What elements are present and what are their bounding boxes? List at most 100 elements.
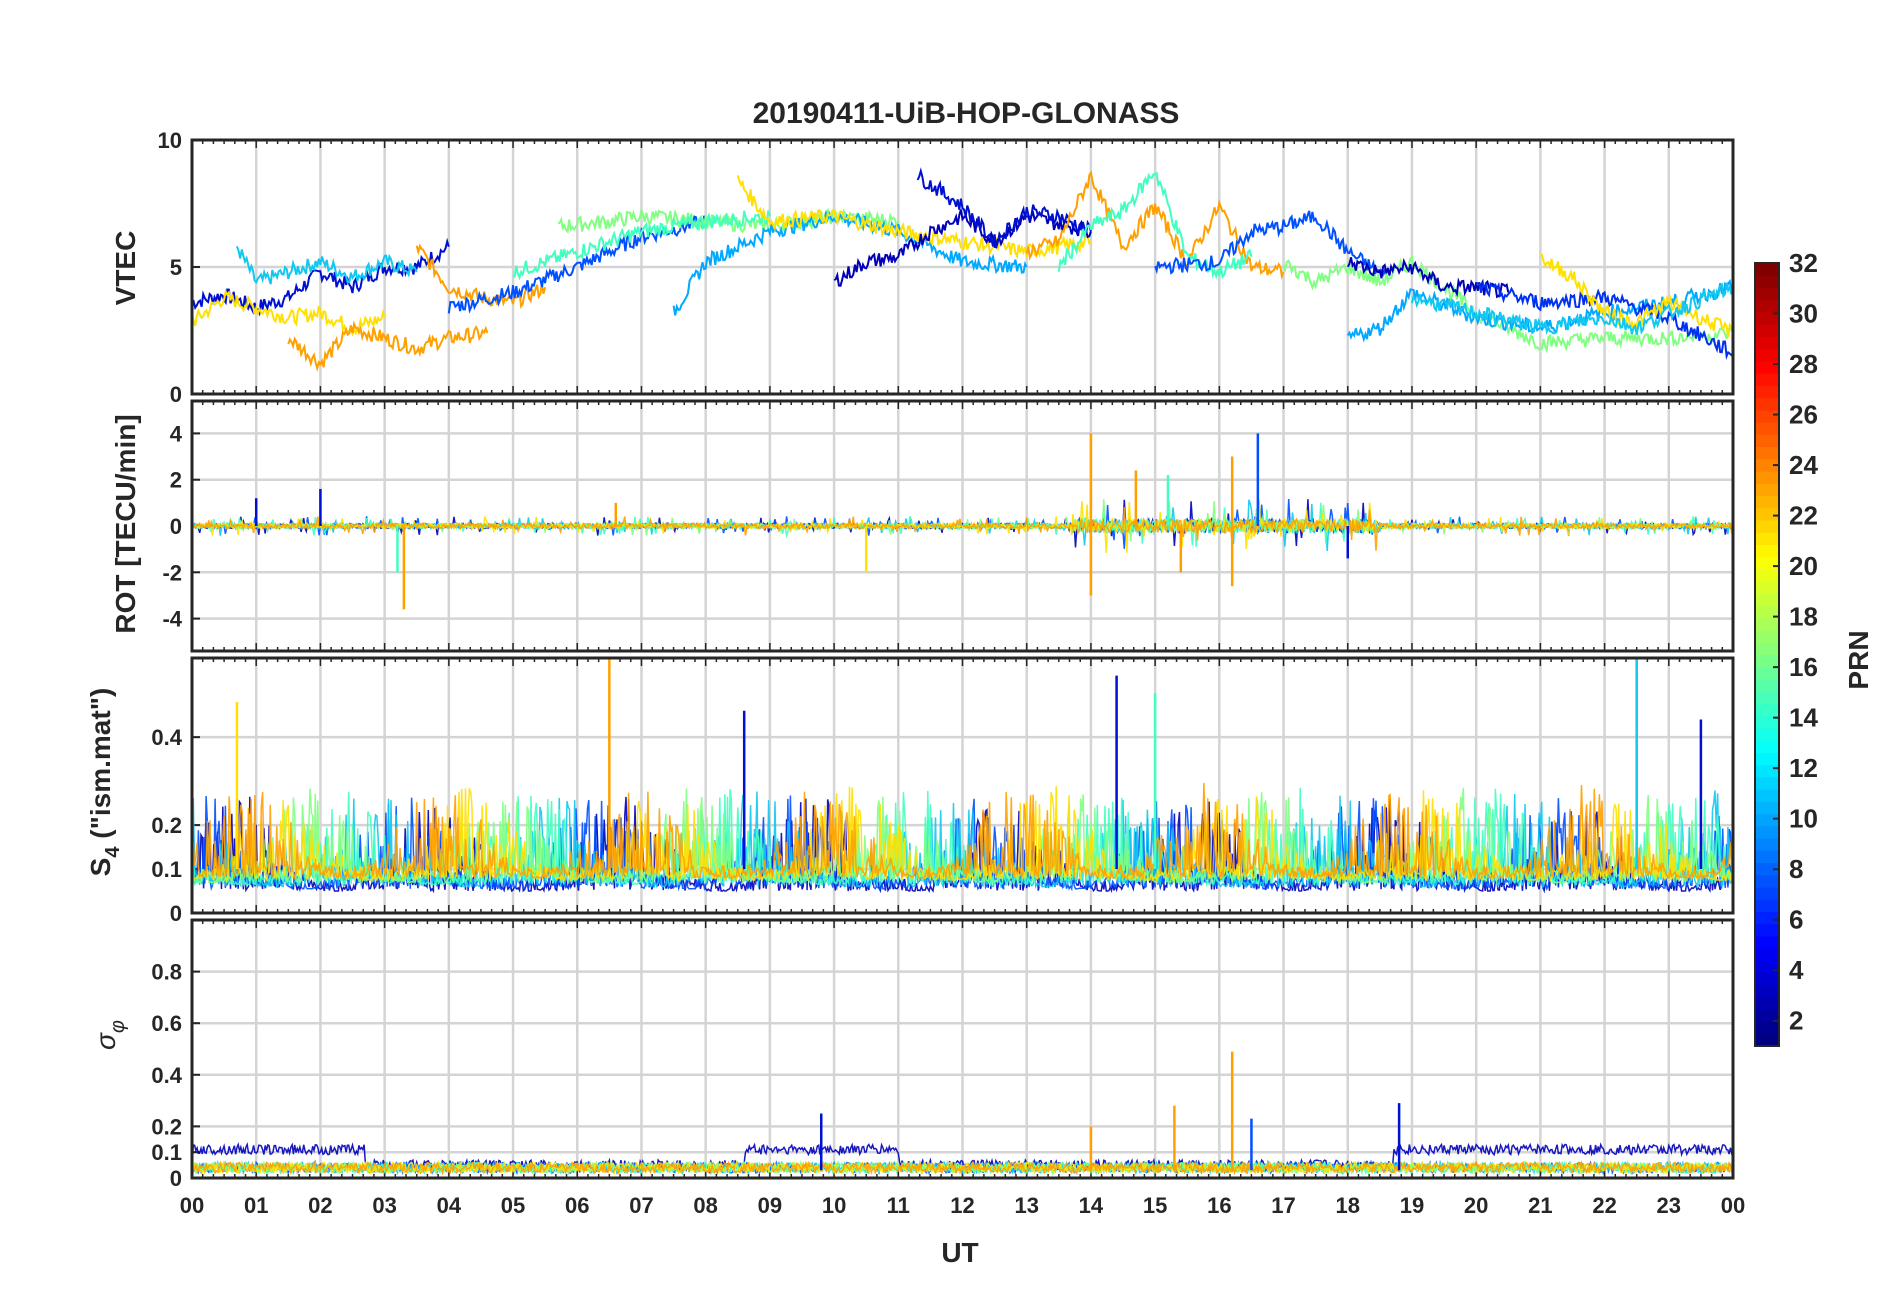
sigma-phi-axis-label-sub: φ bbox=[107, 1020, 129, 1033]
x-tick-label: 10 bbox=[822, 1193, 846, 1218]
x-tick-label: 19 bbox=[1400, 1193, 1424, 1218]
x-tick-label: 11 bbox=[887, 1193, 910, 1218]
sigma-phi-axis-label-main: σ bbox=[90, 1032, 121, 1050]
x-tick-label: 14 bbox=[1079, 1193, 1104, 1218]
y-tick-label: -4 bbox=[162, 607, 182, 632]
colorbar-segment bbox=[1755, 727, 1779, 741]
colorbar-tick-label: 24 bbox=[1789, 450, 1818, 480]
colorbar-segment bbox=[1755, 397, 1779, 411]
colorbar-segment bbox=[1755, 654, 1779, 668]
s4-axis-label-main: S bbox=[85, 858, 116, 877]
colorbar-segment bbox=[1755, 678, 1779, 692]
colorbar-segment bbox=[1755, 507, 1779, 521]
colorbar-segment bbox=[1755, 972, 1779, 986]
colorbar-tick-label: 14 bbox=[1789, 703, 1818, 733]
colorbar-segment bbox=[1755, 764, 1779, 778]
colorbar-segment bbox=[1755, 617, 1779, 631]
colorbar-segment bbox=[1755, 1021, 1779, 1035]
colorbar-segment bbox=[1755, 874, 1779, 888]
colorbar-tick-label: 32 bbox=[1789, 248, 1818, 278]
y-tick-label: 2 bbox=[170, 468, 182, 493]
colorbar-segment bbox=[1755, 532, 1779, 545]
y-tick-label: 10 bbox=[158, 128, 182, 153]
colorbar-segment bbox=[1755, 948, 1779, 961]
vtec-panel: VTEC 0 5 10 bbox=[110, 128, 1735, 407]
y-tick-label: 4 bbox=[170, 421, 183, 446]
colorbar-segment bbox=[1755, 911, 1779, 925]
colorbar-tick-label: 30 bbox=[1789, 299, 1818, 329]
x-tick-label: 07 bbox=[629, 1193, 653, 1218]
colorbar-segment bbox=[1755, 593, 1779, 607]
colorbar-segment bbox=[1755, 630, 1779, 643]
x-tick-label: 15 bbox=[1143, 1193, 1167, 1218]
y-tick-label: 0.2 bbox=[151, 813, 182, 838]
colorbar-tick-label: 10 bbox=[1789, 804, 1818, 834]
colorbar-segment bbox=[1755, 336, 1779, 350]
colorbar-segment bbox=[1755, 483, 1779, 497]
colorbar-segment bbox=[1755, 752, 1779, 766]
colorbar-segment bbox=[1755, 886, 1779, 900]
colorbar-segment bbox=[1755, 984, 1779, 998]
colorbar-segment bbox=[1755, 556, 1779, 570]
x-tick-label: 13 bbox=[1014, 1193, 1038, 1218]
colorbar-segment bbox=[1755, 801, 1779, 815]
colorbar-segment bbox=[1755, 568, 1779, 582]
y-tick-label: 0.8 bbox=[151, 960, 182, 985]
colorbar-label: PRN bbox=[1843, 630, 1874, 689]
colorbar-segment bbox=[1755, 666, 1779, 680]
colorbar-segment bbox=[1755, 409, 1779, 423]
y-tick-label: 0 bbox=[170, 514, 182, 539]
y-tick-label: 0 bbox=[170, 901, 182, 926]
colorbar-segment bbox=[1755, 373, 1779, 386]
y-tick-label: 0.4 bbox=[151, 725, 182, 750]
y-tick-label: 5 bbox=[170, 255, 182, 280]
colorbar-tick-label: 20 bbox=[1789, 551, 1818, 581]
x-tick-label: 08 bbox=[693, 1193, 717, 1218]
vtec-axis-label: VTEC bbox=[110, 231, 141, 306]
colorbar-segment bbox=[1755, 825, 1779, 839]
colorbar-segment bbox=[1755, 789, 1779, 802]
colorbar-segment bbox=[1755, 299, 1779, 313]
x-tick-label: 12 bbox=[950, 1193, 974, 1218]
sigma-phi-panel: σφ 00.10.2 0.4 0.6 0.8 bbox=[90, 918, 1735, 1191]
x-tick-label: 01 bbox=[244, 1193, 268, 1218]
colorbar-segment bbox=[1755, 544, 1779, 558]
colorbar-tick-label: 26 bbox=[1789, 400, 1818, 430]
y-tick-label: 0.2 bbox=[151, 1114, 182, 1139]
rot-panel: ROT [TECU/min] -4 -2 0 2 4 bbox=[110, 399, 1735, 653]
x-tick-label: 05 bbox=[501, 1193, 525, 1218]
colorbar-segment bbox=[1755, 776, 1779, 790]
x-tick-label: 06 bbox=[565, 1193, 589, 1218]
figure: 20190411-UiB-HOP-GLONASS VTEC 0510 ROT [… bbox=[0, 0, 1902, 1292]
colorbar-tick-label: 16 bbox=[1789, 652, 1818, 682]
colorbar-tick-label: 6 bbox=[1789, 905, 1803, 935]
colorbar-segment bbox=[1755, 263, 1779, 276]
colorbar-segment bbox=[1755, 581, 1779, 594]
x-tick-label: 20 bbox=[1464, 1193, 1488, 1218]
colorbar-segment bbox=[1755, 385, 1779, 399]
colorbar-tick-label: 22 bbox=[1789, 501, 1818, 531]
colorbar-tick-label: 18 bbox=[1789, 602, 1818, 632]
colorbar-segment bbox=[1755, 470, 1779, 484]
colorbar-segment bbox=[1755, 850, 1779, 864]
x-tick-label: 03 bbox=[372, 1193, 396, 1218]
colorbar-tick-label: 4 bbox=[1789, 955, 1804, 985]
x-tick-label: 02 bbox=[308, 1193, 332, 1218]
s4-axis-label-rest: ("ism.mat") bbox=[85, 688, 116, 847]
colorbar-segment bbox=[1755, 838, 1779, 851]
colorbar-segment bbox=[1755, 997, 1779, 1010]
colorbar-segment bbox=[1755, 703, 1779, 717]
colorbar-segment bbox=[1755, 960, 1779, 974]
y-tick-label: 0.4 bbox=[151, 1063, 182, 1088]
colorbar-segment bbox=[1755, 287, 1779, 301]
colorbar-segment bbox=[1755, 446, 1779, 460]
s4-panel: S4 ("ism.mat") 00.10.20.4 bbox=[85, 656, 1735, 926]
x-tick-label: 00 bbox=[1721, 1193, 1745, 1218]
y-tick-label: 0.1 bbox=[151, 1140, 182, 1165]
x-tick-label: 22 bbox=[1592, 1193, 1616, 1218]
colorbar-segment bbox=[1755, 360, 1779, 374]
x-tick-label: 18 bbox=[1336, 1193, 1360, 1218]
colorbar-tick-label: 28 bbox=[1789, 349, 1818, 379]
colorbar-segment bbox=[1755, 935, 1779, 949]
y-tick-label: 0.6 bbox=[151, 1011, 182, 1036]
